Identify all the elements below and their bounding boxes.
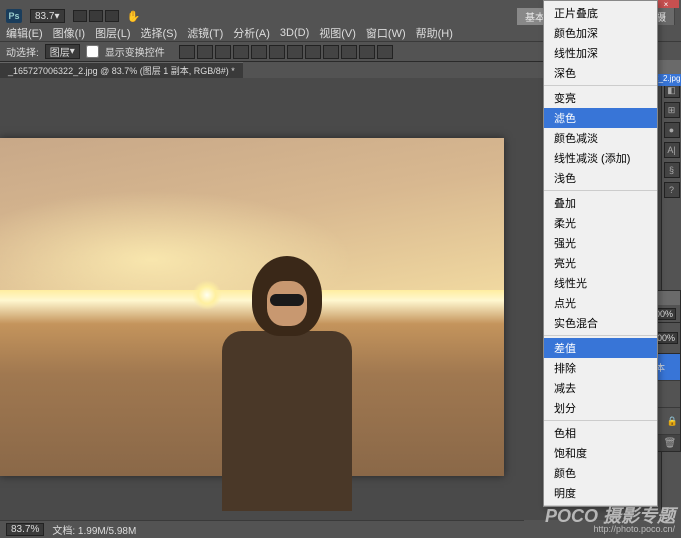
distribute-icon[interactable]	[287, 45, 303, 59]
tool-icon[interactable]: §	[664, 162, 680, 178]
zoom-selector[interactable]: 83.7 ▾	[30, 9, 65, 23]
blend-lighten[interactable]: 变亮	[544, 88, 657, 108]
arrange-icon[interactable]	[105, 10, 119, 22]
document-tab[interactable]: _165727006322_2.jpg @ 83.7% (图层 1 副本, RG…	[0, 62, 243, 78]
screen-mode-icon[interactable]	[89, 10, 103, 22]
blend-hard-light[interactable]: 强光	[544, 233, 657, 253]
align-icon[interactable]	[179, 45, 195, 59]
distribute-icon[interactable]	[359, 45, 375, 59]
menu-image[interactable]: 图像(I)	[53, 25, 85, 41]
show-transform-checkbox[interactable]	[86, 45, 99, 58]
hand-icon[interactable]: ✋	[127, 10, 141, 23]
align-icon[interactable]	[251, 45, 267, 59]
distribute-icon[interactable]	[323, 45, 339, 59]
blend-divide[interactable]: 划分	[544, 398, 657, 418]
show-transform-label: 显示变换控件	[105, 44, 165, 59]
lock-icon: 🔒	[667, 416, 678, 427]
blend-hue[interactable]: 色相	[544, 423, 657, 443]
tool-icon[interactable]: ?	[664, 182, 680, 198]
blend-linear-light[interactable]: 线性光	[544, 273, 657, 293]
app-icon: Ps	[6, 9, 22, 23]
menu-view[interactable]: 视图(V)	[319, 25, 356, 41]
menu-help[interactable]: 帮助(H)	[416, 25, 453, 41]
target-layer-select[interactable]: 图层 ▾	[45, 44, 80, 59]
status-doc-size: 文档: 1.99M/5.98M	[52, 522, 136, 537]
blend-color[interactable]: 颜色	[544, 463, 657, 483]
trash-icon[interactable]: 🗑	[664, 437, 676, 449]
blend-soft-light[interactable]: 柔光	[544, 213, 657, 233]
menu-select[interactable]: 选择(S)	[141, 25, 178, 41]
blend-darker-color[interactable]: 深色	[544, 63, 657, 83]
view-mode-icon[interactable]	[73, 10, 87, 22]
status-zoom[interactable]: 83.7%	[6, 523, 44, 536]
menu-edit[interactable]: 编辑(E)	[6, 25, 43, 41]
blend-linear-dodge[interactable]: 线性减淡 (添加)	[544, 148, 657, 168]
blend-subtract[interactable]: 减去	[544, 378, 657, 398]
distribute-icon[interactable]	[377, 45, 393, 59]
menu-window[interactable]: 窗口(W)	[366, 25, 406, 41]
blend-pin-light[interactable]: 点光	[544, 293, 657, 313]
blend-linear-burn[interactable]: 线性加深	[544, 43, 657, 63]
blend-difference[interactable]: 差值	[544, 338, 657, 358]
distribute-icon[interactable]	[305, 45, 321, 59]
blend-color-burn[interactable]: 颜色加深	[544, 23, 657, 43]
menu-filter[interactable]: 滤镜(T)	[187, 25, 223, 41]
blend-screen[interactable]: 滤色	[544, 108, 657, 128]
blend-exclusion[interactable]: 排除	[544, 358, 657, 378]
blend-multiply[interactable]: 正片叠底	[544, 3, 657, 23]
options-label: 动选择:	[6, 44, 39, 59]
align-icon[interactable]	[215, 45, 231, 59]
blend-hard-mix[interactable]: 实色混合	[544, 313, 657, 333]
menu-layer[interactable]: 图层(L)	[95, 25, 130, 41]
distribute-icon[interactable]	[341, 45, 357, 59]
document-image	[0, 138, 504, 476]
tool-icon[interactable]: ⊞	[664, 102, 680, 118]
align-icon[interactable]	[197, 45, 213, 59]
blend-color-dodge[interactable]: 颜色减淡	[544, 128, 657, 148]
menu-analysis[interactable]: 分析(A)	[233, 25, 270, 41]
blend-overlay[interactable]: 叠加	[544, 193, 657, 213]
blend-saturation[interactable]: 饱和度	[544, 443, 657, 463]
blend-luminosity[interactable]: 明度	[544, 483, 657, 503]
tool-icon[interactable]: A|	[664, 142, 680, 158]
align-icon[interactable]	[269, 45, 285, 59]
blend-mode-menu[interactable]: 正片叠底 颜色加深 线性加深 深色 变亮 滤色 颜色减淡 线性减淡 (添加) 浅…	[543, 0, 658, 507]
blend-vivid-light[interactable]: 亮光	[544, 253, 657, 273]
tool-icon[interactable]: ●	[664, 122, 680, 138]
menu-3d[interactable]: 3D(D)	[280, 27, 309, 39]
blend-lighter-color[interactable]: 浅色	[544, 168, 657, 188]
align-icon[interactable]	[233, 45, 249, 59]
